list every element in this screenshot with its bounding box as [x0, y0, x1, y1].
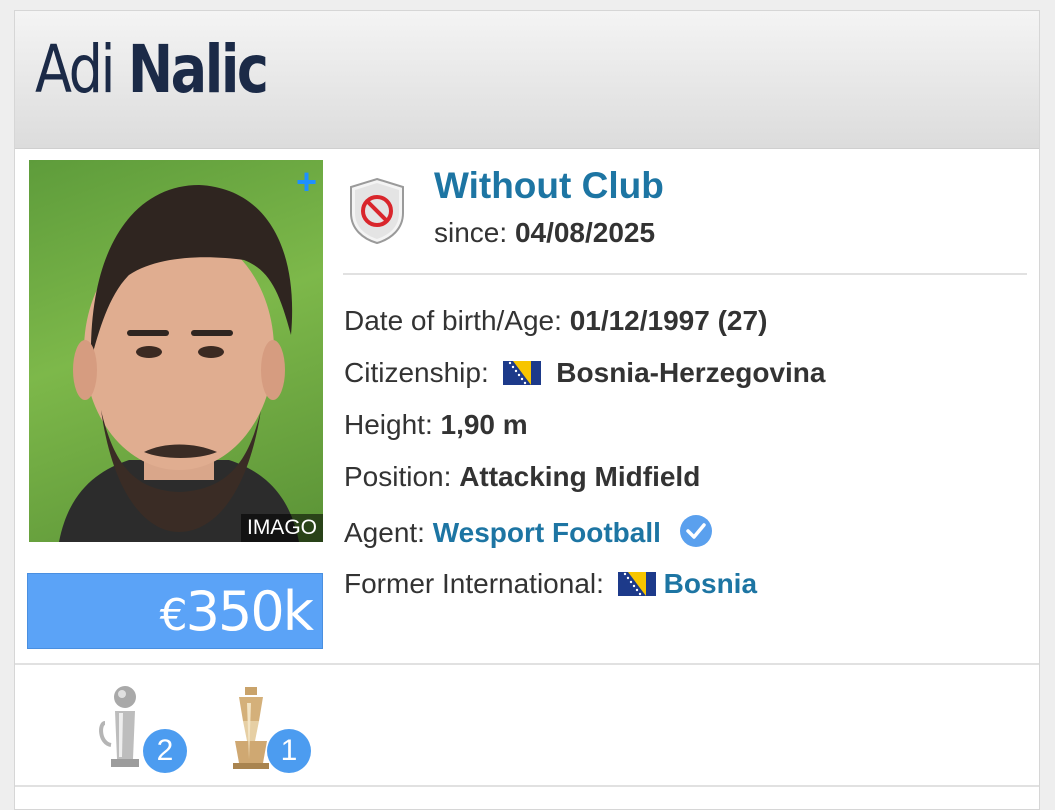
since-line: since: 04/08/2025: [434, 217, 655, 249]
trophy-item[interactable]: 1: [221, 683, 311, 773]
bosnia-flag-icon: [502, 361, 541, 385]
former-international-label: Former International:: [344, 568, 604, 599]
since-label: since:: [434, 217, 508, 248]
citizenship-row: Citizenship: Bosnia-Herzegovina: [344, 357, 825, 389]
divider: [15, 785, 1039, 787]
profile-header: Adi Nalic: [15, 11, 1039, 149]
verified-check-icon: [679, 515, 712, 547]
position-value: Attacking Midfield: [459, 461, 701, 492]
player-name: Adi Nalic: [35, 37, 269, 103]
trophy-item[interactable]: 2: [97, 683, 187, 773]
divider: [15, 663, 1039, 665]
agent-label: Agent:: [344, 517, 425, 548]
since-date: 04/08/2025: [514, 217, 656, 248]
citizenship-value: Bosnia-Herzegovina: [556, 357, 826, 388]
trophy-count-badge: 1: [267, 729, 311, 773]
agent-row: Agent: Wesport Football: [344, 514, 713, 549]
position-row: Position: Attacking Midfield: [344, 461, 700, 493]
bosnia-flag-icon: [617, 572, 656, 596]
position-label: Position:: [344, 461, 452, 492]
player-portrait-image: [59, 185, 299, 542]
height-value: 1,90 m: [440, 409, 528, 440]
photo-credit: IMAGO: [240, 514, 323, 542]
citizenship-label: Citizenship:: [344, 357, 489, 388]
agent-link[interactable]: Wesport Football: [433, 517, 661, 548]
player-photo[interactable]: + IMAGO: [29, 160, 323, 542]
add-photo-plus-icon[interactable]: +: [296, 164, 317, 200]
player-profile-card: Adi Nalic + IMAGO €350k Without Club sin…: [14, 10, 1040, 810]
divider: [343, 273, 1027, 275]
no-club-badge-icon: [350, 177, 404, 245]
dob-value: 01/12/1997 (27): [569, 305, 768, 336]
former-international-row: Former International: Bosnia: [344, 568, 757, 600]
former-international-link[interactable]: Bosnia: [664, 568, 757, 599]
first-name: Adi: [35, 31, 116, 108]
club-status-link[interactable]: Without Club: [434, 165, 664, 207]
height-row: Height: 1,90 m: [344, 409, 528, 441]
last-name: Nalic: [127, 31, 269, 108]
market-value-box[interactable]: €350k: [27, 573, 323, 649]
dob-row: Date of birth/Age: 01/12/1997 (27): [344, 305, 767, 337]
dob-label: Date of birth/Age:: [344, 305, 562, 336]
market-value-currency: €: [159, 590, 188, 641]
trophy-count-badge: 2: [143, 729, 187, 773]
market-value-amount: 350k: [185, 580, 314, 643]
height-label: Height:: [344, 409, 433, 440]
